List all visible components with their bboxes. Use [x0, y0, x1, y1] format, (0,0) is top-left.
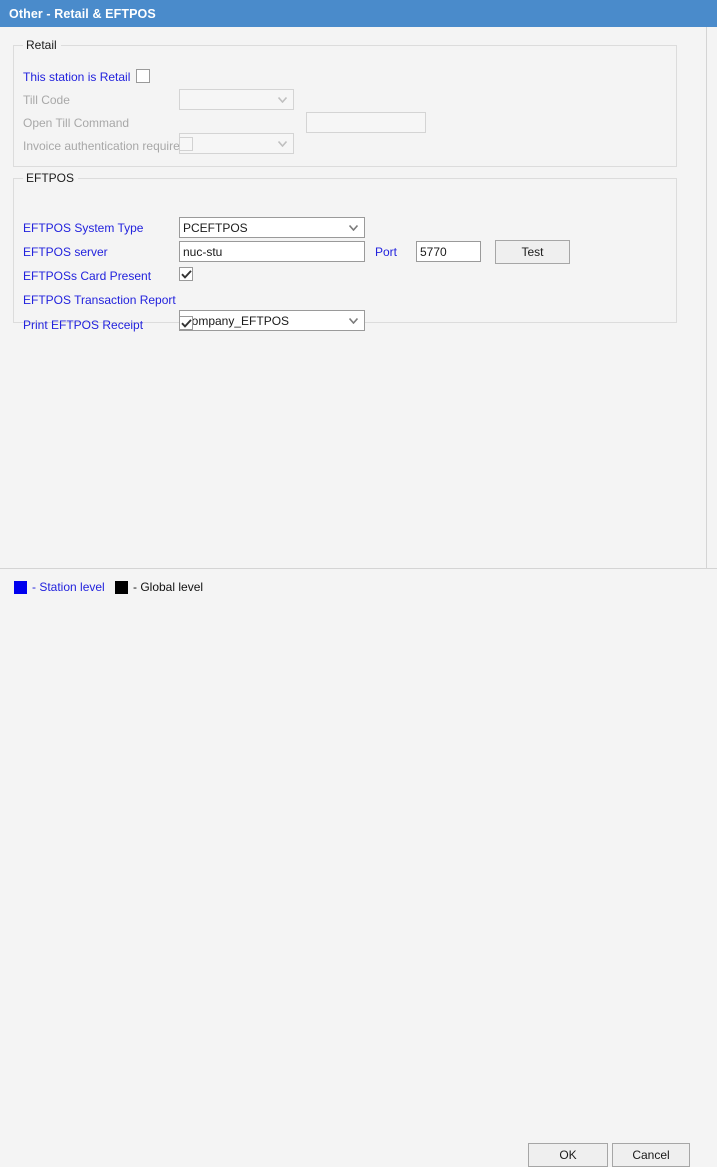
test-button[interactable]: Test — [495, 240, 570, 264]
till-code-combobox[interactable] — [179, 89, 294, 110]
eftpos-group-legend: EFTPOS — [23, 171, 79, 185]
check-icon — [180, 318, 192, 328]
eftpos-system-type-value: PCEFTPOS — [183, 220, 248, 235]
legend-global-level: - Global level — [115, 580, 203, 594]
eftpos-transaction-report-label: EFTPOS Transaction Report — [23, 293, 176, 307]
print-eftpos-receipt-checkbox[interactable] — [179, 316, 193, 330]
chevron-down-icon — [345, 317, 361, 324]
eftpos-server-input[interactable] — [179, 241, 365, 262]
window-titlebar: Other - Retail & EFTPOS — [0, 0, 717, 27]
eftpos-system-type-combobox[interactable]: PCEFTPOS — [179, 217, 365, 238]
retail-group-legend: Retail — [23, 38, 61, 52]
eftpos-system-type-label: EFTPOS System Type — [23, 221, 144, 235]
station-is-retail-label: This station is Retail — [23, 70, 131, 84]
check-icon — [180, 269, 192, 279]
port-label: Port — [375, 245, 398, 259]
invoice-authentication-label: Invoice authentication required — [23, 139, 187, 153]
station-is-retail-checkbox[interactable] — [136, 69, 150, 83]
window-title: Other - Retail & EFTPOS — [9, 6, 156, 21]
panel-right-divider — [706, 27, 707, 568]
chevron-down-icon — [274, 96, 290, 103]
station-level-swatch — [14, 580, 27, 594]
ok-button[interactable]: OK — [528, 1143, 608, 1167]
print-eftpos-receipt-label: Print EFTPOS Receipt — [23, 318, 144, 332]
till-code-label: Till Code — [23, 93, 70, 107]
chevron-down-icon — [345, 224, 361, 231]
chevron-down-icon — [274, 140, 290, 147]
invoice-authentication-checkbox[interactable] — [179, 137, 193, 151]
eftpos-transaction-report-combobox[interactable]: Company_EFTPOS — [179, 310, 365, 331]
retail-groupbox: Retail This station is Retail Till Code … — [13, 38, 677, 167]
port-input[interactable] — [416, 241, 481, 262]
open-till-command-label: Open Till Command — [23, 116, 130, 130]
cancel-button[interactable]: Cancel — [612, 1143, 690, 1167]
eftpos-groupbox: EFTPOS EFTPOS System Type PCEFTPOS EFTPO… — [13, 171, 677, 332]
eftpos-card-present-label: EFTPOSs Card Present — [23, 269, 152, 283]
open-till-command-combobox[interactable] — [179, 133, 294, 154]
dialog-body: Retail This station is Retail Till Code … — [0, 27, 717, 568]
eftpos-transaction-report-value: Company_EFTPOS — [183, 313, 290, 328]
global-level-swatch — [115, 580, 128, 594]
open-till-command-text-input[interactable] — [306, 112, 426, 133]
dialog-footer: - Station level - Global level OK Cancel — [0, 568, 717, 1167]
eftpos-server-label: EFTPOS server — [23, 245, 108, 259]
legend-station-level: - Station level — [14, 580, 105, 594]
legend-station-label: - Station level — [32, 580, 105, 594]
legend-global-label: - Global level — [133, 580, 204, 594]
eftpos-card-present-checkbox[interactable] — [179, 267, 193, 281]
